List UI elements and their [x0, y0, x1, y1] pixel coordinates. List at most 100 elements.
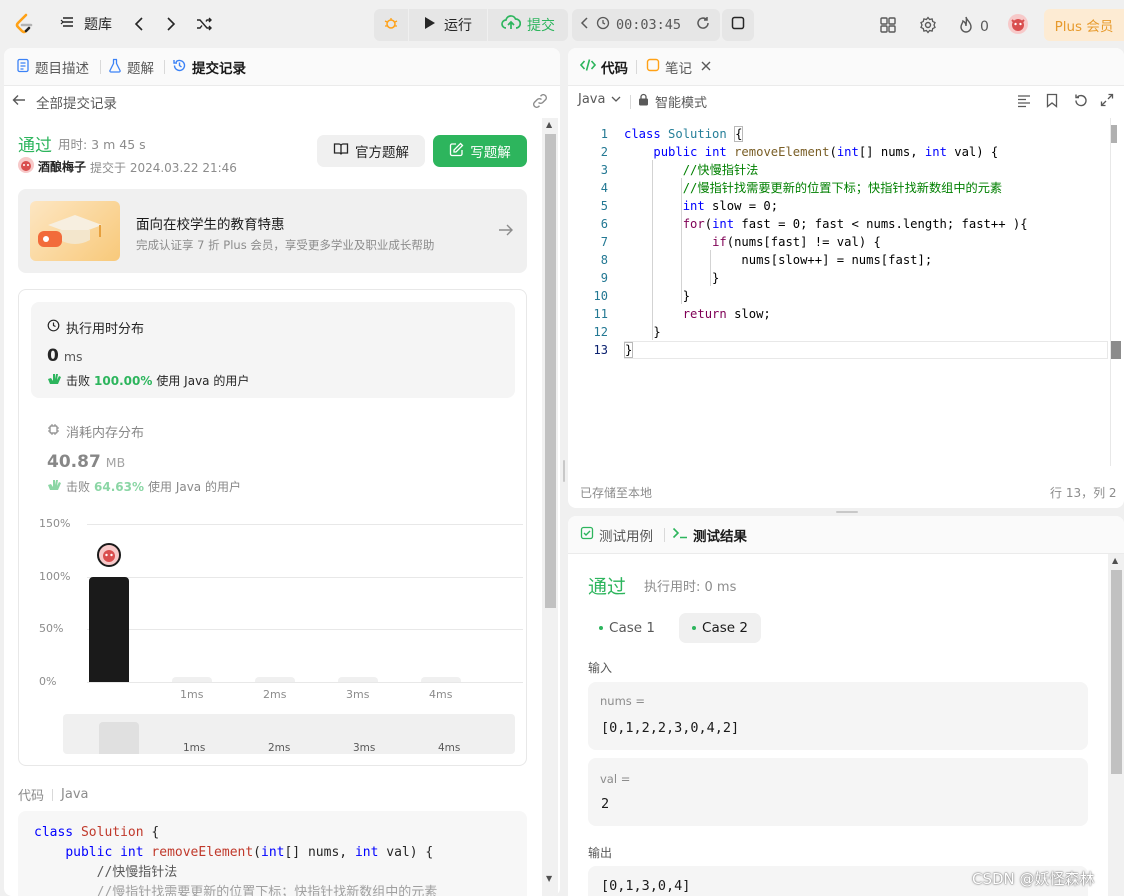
- nums-input-card[interactable]: nums = [0,1,2,2,3,0,4,2]: [588, 682, 1088, 750]
- chart-x-tick-label: 3ms: [346, 688, 370, 701]
- prev-problem-icon[interactable]: [132, 15, 146, 37]
- bookmark-icon[interactable]: [1046, 93, 1058, 112]
- scroll-up-arrow[interactable]: ▲: [546, 120, 552, 129]
- tab-solutions[interactable]: 题解: [108, 48, 154, 86]
- test-scrollbar-thumb[interactable]: [1111, 570, 1122, 774]
- line-number: 6: [600, 217, 608, 231]
- pass-dot-icon: [692, 626, 697, 630]
- history-icon: [172, 58, 187, 77]
- divider: [52, 788, 54, 801]
- watermark: CSDN @妖怪森林: [972, 870, 1095, 888]
- smart-mode-toggle[interactable]: 智能模式: [638, 92, 707, 111]
- username[interactable]: 酒酿梅子: [38, 158, 86, 175]
- submitted-code-block[interactable]: class Solution { public int removeElemen…: [18, 811, 527, 896]
- panel-resize-handle[interactable]: [836, 511, 858, 513]
- language-select[interactable]: Java: [578, 92, 621, 107]
- link-icon[interactable]: [531, 93, 549, 113]
- runtime-distribution-chart: 150% 100% 50% 0% 1ms 2ms 3ms 4ms 1ms 2ms 3ms 4ms: [19, 510, 526, 760]
- chart-y-tick-label: 50%: [39, 622, 64, 636]
- line-number: 1: [600, 127, 608, 141]
- memory-stat-card[interactable]: 消耗内存分布 40.87 MB 击败 64.63% 使用 Java 的用户: [31, 410, 515, 500]
- beat-suffix: 使用 Java 的用户: [156, 374, 250, 388]
- user-avatar[interactable]: [18, 157, 34, 173]
- chart-bar[interactable]: [421, 677, 461, 682]
- beat-prefix: 击败: [66, 374, 91, 388]
- chart-bar[interactable]: [255, 677, 295, 682]
- case-1-button[interactable]: Case 1: [594, 613, 660, 643]
- clap-icon: [47, 478, 62, 495]
- scroll-down-arrow[interactable]: ▼: [546, 874, 552, 883]
- submit-button[interactable]: 提交: [488, 9, 568, 41]
- runtime-label: 用时: 3 m 45 s: [58, 137, 146, 152]
- clock-icon: [47, 319, 60, 336]
- avatar[interactable]: [1008, 14, 1028, 34]
- tab-description[interactable]: 题目描述: [16, 48, 89, 86]
- memory-value: 40.87: [47, 452, 101, 472]
- editor-scrollbar-thumb[interactable]: [1111, 125, 1117, 143]
- editor-panel: 代码 笔记 Java 智能模式 1 2 3 4 5 6 7 8 9 10 11 12 13 class …: [568, 48, 1124, 508]
- close-icon[interactable]: [701, 59, 711, 75]
- timer-widget[interactable]: 00:03:45: [572, 9, 720, 41]
- arrow-right-icon: [498, 223, 514, 241]
- official-solution-button[interactable]: 官方题解: [317, 135, 425, 167]
- reset-code-icon[interactable]: [1073, 93, 1088, 112]
- beat-prefix: 击败: [66, 480, 91, 494]
- layout-icon[interactable]: [879, 16, 897, 38]
- memory-unit: MB: [105, 455, 126, 470]
- note-icon: [646, 58, 660, 76]
- problem-list-button[interactable]: 题库: [60, 14, 112, 34]
- back-to-submissions-link[interactable]: 全部提交记录: [12, 92, 117, 112]
- expand-icon[interactable]: [1100, 93, 1114, 111]
- debug-button[interactable]: [374, 9, 408, 41]
- leetcode-logo[interactable]: [12, 12, 36, 36]
- tab-code[interactable]: 代码: [579, 48, 628, 86]
- collapse-timer-icon[interactable]: [580, 16, 590, 34]
- run-button[interactable]: 运行: [409, 9, 487, 41]
- next-problem-icon[interactable]: [164, 15, 178, 37]
- shuffle-icon[interactable]: [195, 15, 213, 37]
- editor-scrollbar-track[interactable]: [1110, 118, 1111, 466]
- chart-bar[interactable]: [172, 677, 212, 682]
- gear-icon[interactable]: [919, 16, 937, 38]
- chart-range-handle[interactable]: [99, 722, 139, 754]
- list-icon: [60, 14, 76, 34]
- divider: [630, 95, 631, 109]
- streak-counter[interactable]: 0: [958, 16, 989, 38]
- left-scrollbar-thumb[interactable]: [545, 134, 556, 608]
- education-promo-banner[interactable]: 面向在校学生的教育特惠 完成认证享 7 折 Plus 会员，享受更多学业及职业成…: [18, 189, 527, 273]
- chart-bar[interactable]: [338, 677, 378, 682]
- tab-notes[interactable]: 笔记: [646, 48, 711, 86]
- code-editor[interactable]: class Solution { public int removeElemen…: [624, 125, 1108, 359]
- line-number: 8: [600, 253, 608, 267]
- format-icon[interactable]: [1017, 94, 1031, 112]
- vertical-resize-handle[interactable]: [563, 460, 565, 482]
- left-panel: 题目描述 题解 提交记录 全部提交记录 ▲ ▼ 通过 用时: 3 m 45 s …: [4, 48, 560, 896]
- tab-submissions[interactable]: 提交记录: [172, 48, 246, 86]
- scroll-up-arrow[interactable]: ▲: [1112, 556, 1118, 565]
- minimap-label: 3ms: [353, 742, 376, 754]
- graduation-cap-image: [30, 201, 120, 261]
- chart-bar[interactable]: [89, 576, 129, 682]
- val-input-card[interactable]: val = 2: [588, 758, 1088, 826]
- output-value: [0,1,3,0,4]: [601, 878, 691, 894]
- play-icon: [424, 16, 436, 34]
- plus-membership-button[interactable]: Plus 会员: [1044, 9, 1124, 41]
- line-number: 9: [600, 271, 608, 285]
- runtime-value: 0: [47, 346, 59, 366]
- line-number: 3: [600, 163, 608, 177]
- chart-range-slider[interactable]: 1ms 2ms 3ms 4ms: [63, 714, 515, 754]
- case-2-button[interactable]: Case 2: [679, 613, 761, 643]
- tab-test-results[interactable]: 测试结果: [672, 516, 747, 554]
- tab-testcases[interactable]: 测试用例: [580, 516, 653, 554]
- cloud-upload-icon: [501, 15, 522, 35]
- minimap-label: 1ms: [183, 742, 206, 754]
- line-number: 5: [600, 199, 608, 213]
- write-solution-button[interactable]: 写题解: [433, 135, 527, 167]
- memory-title: 消耗内存分布: [66, 426, 145, 441]
- reset-timer-icon[interactable]: [695, 15, 711, 35]
- class-name: Solution: [80, 825, 144, 840]
- test-status: 通过: [588, 576, 627, 598]
- chart-x-tick-label: 2ms: [263, 688, 287, 701]
- runtime-stat-card[interactable]: 执行用时分布 0 ms 击败 100.00% 使用 Java 的用户: [31, 302, 515, 398]
- notes-toggle-button[interactable]: [722, 9, 754, 41]
